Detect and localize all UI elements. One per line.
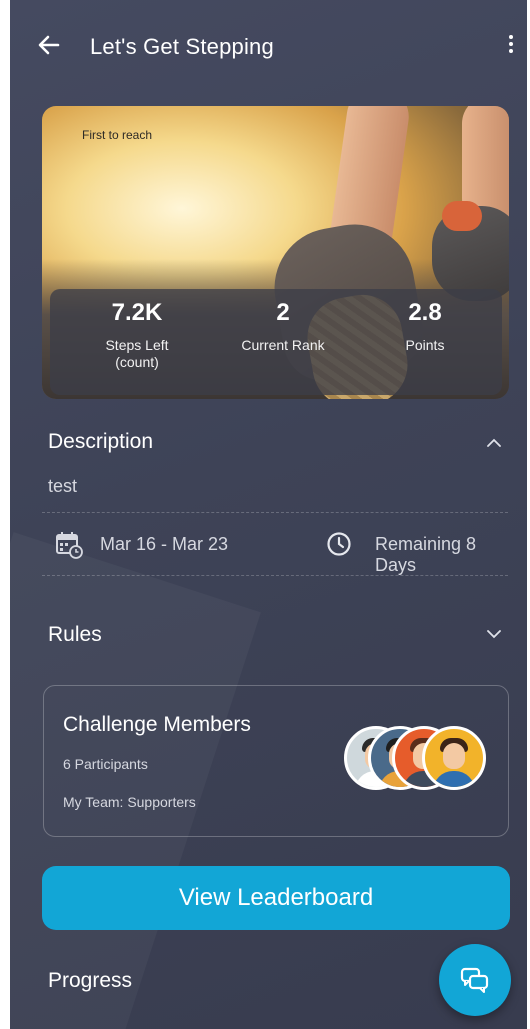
date-range-text: Mar 16 - Mar 23: [100, 534, 229, 554]
team-name: My Team: Supporters: [63, 794, 196, 810]
progress-heading: Progress: [48, 969, 133, 992]
challenge-screen: Let's Get Stepping First to reach 7.2K S…: [10, 0, 527, 1029]
avatar: [422, 726, 486, 790]
more-dot: [509, 49, 513, 53]
stats-panel: 7.2K Steps Left (count) 2 Current Rank 2…: [50, 289, 502, 395]
challenge-members-card[interactable]: Challenge Members 6 Participants My Team…: [43, 685, 509, 837]
chat-bubbles-icon: [460, 967, 489, 993]
avatar-body: [433, 771, 475, 787]
member-avatars: [344, 726, 494, 790]
arrow-left-icon: [38, 35, 60, 55]
divider: [42, 512, 508, 513]
chevron-down-icon: [487, 630, 501, 639]
rules-heading[interactable]: Rules: [48, 623, 102, 647]
back-button[interactable]: [34, 30, 64, 60]
clock-icon: [327, 532, 351, 556]
divider: [42, 575, 508, 576]
stat-value: 2: [276, 299, 290, 326]
description-text: test: [48, 476, 78, 496]
avatar-face: [443, 743, 465, 769]
chevron-up-icon: [487, 438, 501, 447]
challenge-hero-card: First to reach 7.2K Steps Left (count) 2…: [42, 106, 509, 399]
hero-image-shoe-accent: [442, 201, 482, 231]
more-vertical-icon: [509, 35, 513, 39]
calendar-clock-icon: [56, 532, 83, 559]
challenge-dates-row: Mar 16 - Mar 23 Remaining 8 Days: [52, 528, 512, 575]
stat-value: 2.8: [408, 299, 442, 326]
rules-toggle[interactable]: [487, 627, 501, 641]
stat-label: Steps Left (count): [105, 337, 169, 370]
more-dot: [509, 42, 513, 46]
app-bar: Let's Get Stepping: [10, 18, 527, 78]
stat-label: Current Rank: [241, 337, 325, 353]
challenge-type-caption: First to reach: [82, 128, 153, 142]
remaining-days-text: Remaining 8 Days: [375, 534, 477, 575]
stat-value: 7.2K: [111, 299, 163, 326]
description-heading[interactable]: Description: [48, 430, 153, 454]
view-leaderboard-button[interactable]: View Leaderboard: [42, 866, 510, 930]
page-title: Let's Get Stepping: [90, 34, 274, 59]
stat-points: 2.8 Points: [350, 299, 500, 354]
participants-count: 6 Participants: [63, 756, 148, 772]
stat-steps-left: 7.2K Steps Left (count): [62, 299, 212, 371]
description-toggle[interactable]: [487, 436, 501, 450]
more-options-button[interactable]: [503, 32, 519, 60]
stat-label: Points: [405, 337, 445, 353]
members-title: Challenge Members: [63, 713, 251, 736]
chat-fab-button[interactable]: [439, 944, 511, 1016]
stat-current-rank: 2 Current Rank: [208, 299, 358, 354]
